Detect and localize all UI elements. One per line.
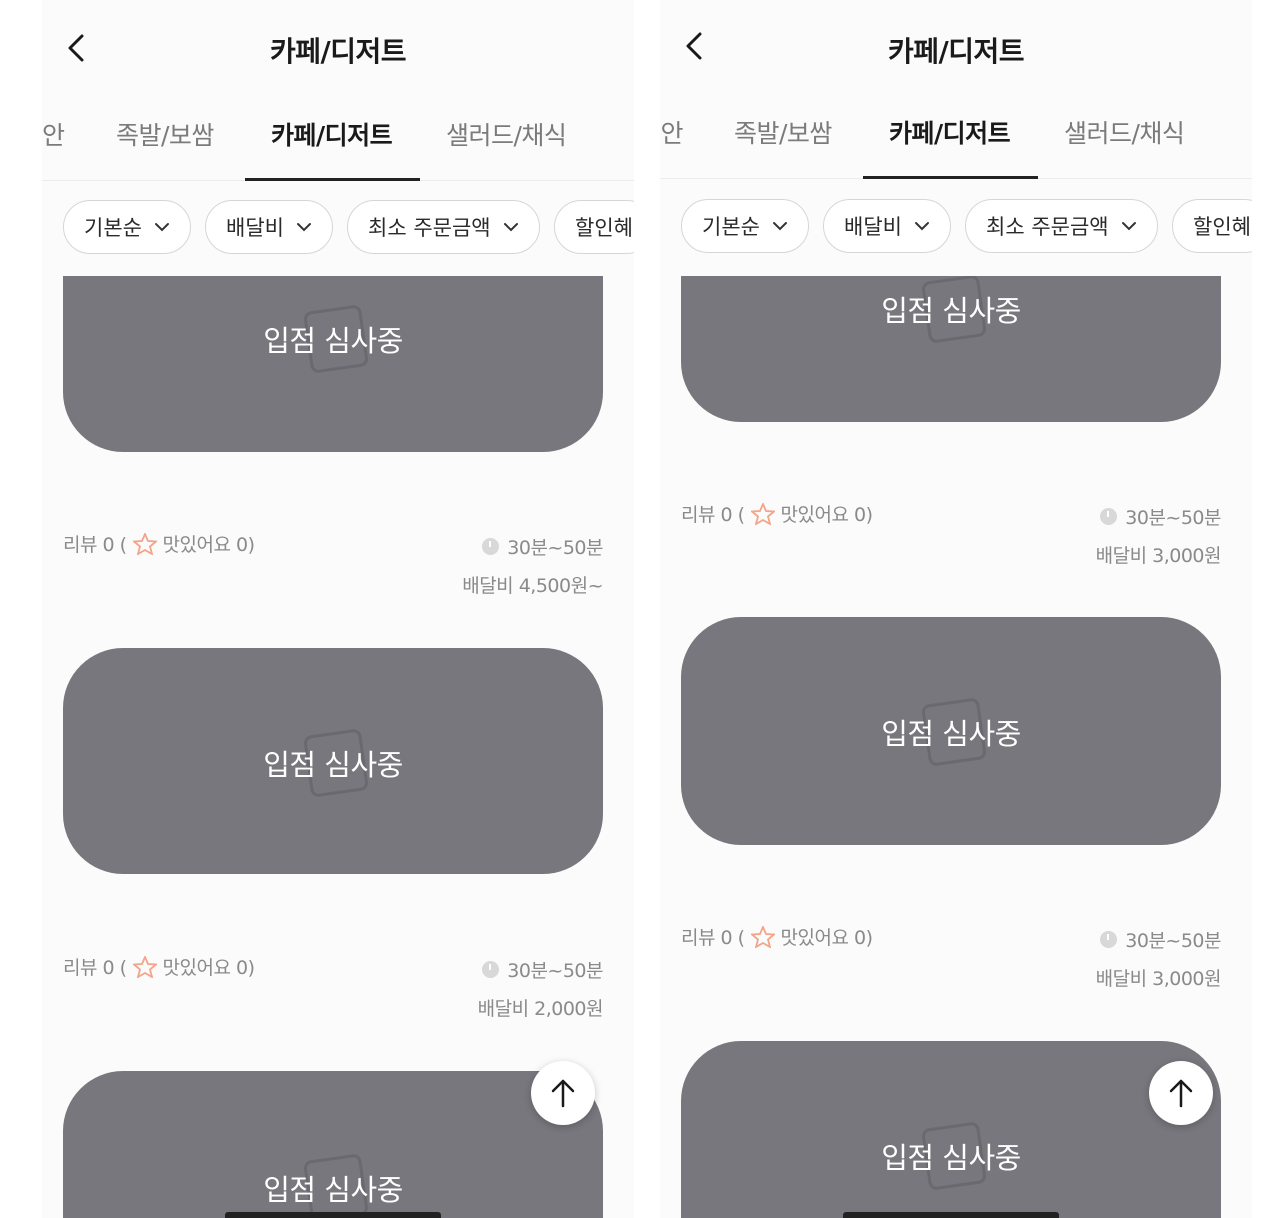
store-card[interactable]: 입점 심사중	[63, 276, 603, 452]
tab-salad-vegan[interactable]: 샐러드/채식	[446, 116, 567, 152]
store-review-summary: 리뷰 0 ( 맛있어요 0)	[681, 923, 873, 950]
filter-min-order-chip[interactable]: 최소 주문금액	[965, 199, 1158, 253]
filter-sort-chip[interactable]: 기본순	[63, 200, 191, 254]
page-title: 카페/디저트	[269, 35, 407, 68]
chevron-down-icon	[1121, 222, 1136, 231]
star-badge-icon	[132, 955, 157, 978]
category-tabs: l안 족발/보쌈 카페/디저트 샐러드/채식	[660, 106, 1252, 179]
delivery-fee: 배달비 4,500원~	[462, 574, 603, 597]
category-tabs: 안 족발/보쌈 카페/디저트 샐러드/채식	[42, 108, 634, 181]
delivery-fee: 배달비 3,000원	[1095, 544, 1222, 567]
tasty-count: 맛있어요 0)	[162, 957, 255, 979]
home-indicator	[225, 1212, 441, 1218]
store-card[interactable]: 입점 심사중	[63, 1071, 603, 1218]
scroll-to-top-button[interactable]	[531, 1061, 595, 1125]
filter-discount-chip[interactable]: 할인혜	[1172, 199, 1252, 253]
delivery-time: 30분~50분	[507, 959, 603, 982]
store-review-summary: 리뷰 0 ( 맛있어요 0)	[681, 500, 873, 527]
home-indicator	[843, 1212, 1059, 1218]
chevron-down-icon	[154, 223, 169, 232]
tab-partial[interactable]: 안	[42, 116, 65, 152]
arrow-up-icon	[551, 1079, 575, 1108]
store-delivery-info: 30분~50분 배달비 3,000원	[1095, 927, 1222, 990]
tab-cafe-dessert[interactable]: 카페/디저트	[889, 114, 1011, 150]
header: 카페/디저트	[660, 0, 1252, 100]
delivery-time: 30분~50분	[507, 536, 603, 559]
tab-salad-vegan[interactable]: 샐러드/채식	[1064, 114, 1185, 150]
store-status-label: 입점 심사중	[881, 717, 1021, 751]
store-card[interactable]: 입점 심사중	[63, 648, 603, 874]
tasty-count: 맛있어요 0)	[162, 534, 255, 556]
filter-sort-chip[interactable]: 기본순	[681, 199, 809, 253]
store-delivery-info: 30분~50분 배달비 4,500원~	[462, 534, 603, 597]
star-badge-icon	[750, 502, 775, 525]
tasty-count: 맛있어요 0)	[780, 504, 873, 526]
filter-label: 최소 주문금액	[986, 215, 1109, 239]
star-badge-icon	[132, 532, 157, 555]
tab-active-indicator	[245, 178, 420, 181]
review-count: 리뷰 0 (	[681, 504, 745, 526]
chevron-down-icon	[772, 222, 787, 231]
filter-label: 기본순	[84, 216, 142, 240]
clock-icon	[482, 537, 500, 555]
tab-active-indicator	[863, 176, 1038, 179]
filter-label: 기본순	[702, 215, 760, 239]
chevron-down-icon	[296, 223, 311, 232]
tab-jokbal-bossam[interactable]: 족발/보쌈	[734, 114, 832, 150]
tab-jokbal-bossam[interactable]: 족발/보쌈	[116, 116, 214, 152]
filter-label: 배달비	[844, 215, 902, 239]
delivery-time: 30분~50분	[1125, 929, 1221, 952]
store-status-label: 입점 심사중	[263, 748, 403, 782]
clock-icon	[1100, 930, 1118, 948]
chevron-down-icon	[503, 223, 518, 232]
store-delivery-info: 30분~50분 배달비 3,000원	[1095, 504, 1222, 567]
review-count: 리뷰 0 (	[681, 927, 745, 949]
review-count: 리뷰 0 (	[63, 534, 127, 556]
screen-right: 카페/디저트 l안 족발/보쌈 카페/디저트 샐러드/채식 기본순 배달비 최소…	[660, 0, 1252, 1218]
tab-partial[interactable]: l안	[660, 114, 683, 150]
delivery-fee: 배달비 2,000원	[477, 997, 604, 1020]
filter-delivery-fee-chip[interactable]: 배달비	[823, 199, 951, 253]
page-title: 카페/디저트	[887, 35, 1025, 68]
store-status-label: 입점 심사중	[263, 324, 403, 358]
store-card[interactable]: 입점 심사중	[681, 617, 1221, 845]
scroll-to-top-button[interactable]	[1149, 1061, 1213, 1125]
filter-delivery-fee-chip[interactable]: 배달비	[205, 200, 333, 254]
arrow-up-icon	[1169, 1079, 1193, 1108]
clock-icon	[1100, 507, 1118, 525]
filter-label: 할인혜	[575, 216, 633, 240]
tab-cafe-dessert[interactable]: 카페/디저트	[271, 116, 393, 152]
store-card[interactable]: 입점 심사중	[681, 1041, 1221, 1218]
store-delivery-info: 30분~50분 배달비 2,000원	[477, 957, 604, 1020]
filter-label: 최소 주문금액	[368, 216, 491, 240]
header: 카페/디저트	[42, 0, 634, 100]
filter-discount-chip[interactable]: 할인혜	[554, 200, 634, 254]
delivery-fee: 배달비 3,000원	[1095, 967, 1222, 990]
tasty-count: 맛있어요 0)	[780, 927, 873, 949]
store-status-label: 입점 심사중	[881, 1141, 1021, 1175]
filter-min-order-chip[interactable]: 최소 주문금액	[347, 200, 540, 254]
store-status-label: 입점 심사중	[263, 1173, 403, 1207]
chevron-down-icon	[914, 222, 929, 231]
store-card[interactable]: 입점 심사중	[681, 276, 1221, 422]
store-review-summary: 리뷰 0 ( 맛있어요 0)	[63, 530, 255, 557]
filter-label: 배달비	[226, 216, 284, 240]
star-badge-icon	[750, 925, 775, 948]
delivery-time: 30분~50분	[1125, 506, 1221, 529]
store-status-label: 입점 심사중	[881, 294, 1021, 328]
screen-left: 카페/디저트 안 족발/보쌈 카페/디저트 샐러드/채식 기본순 배달비 최소 …	[42, 0, 634, 1218]
filter-bar: 기본순 배달비 최소 주문금액 할인혜	[660, 199, 1252, 255]
review-count: 리뷰 0 (	[63, 957, 127, 979]
filter-label: 할인혜	[1193, 215, 1251, 239]
filter-bar: 기본순 배달비 최소 주문금액 할인혜	[42, 200, 634, 256]
store-review-summary: 리뷰 0 ( 맛있어요 0)	[63, 953, 255, 980]
clock-icon	[482, 960, 500, 978]
